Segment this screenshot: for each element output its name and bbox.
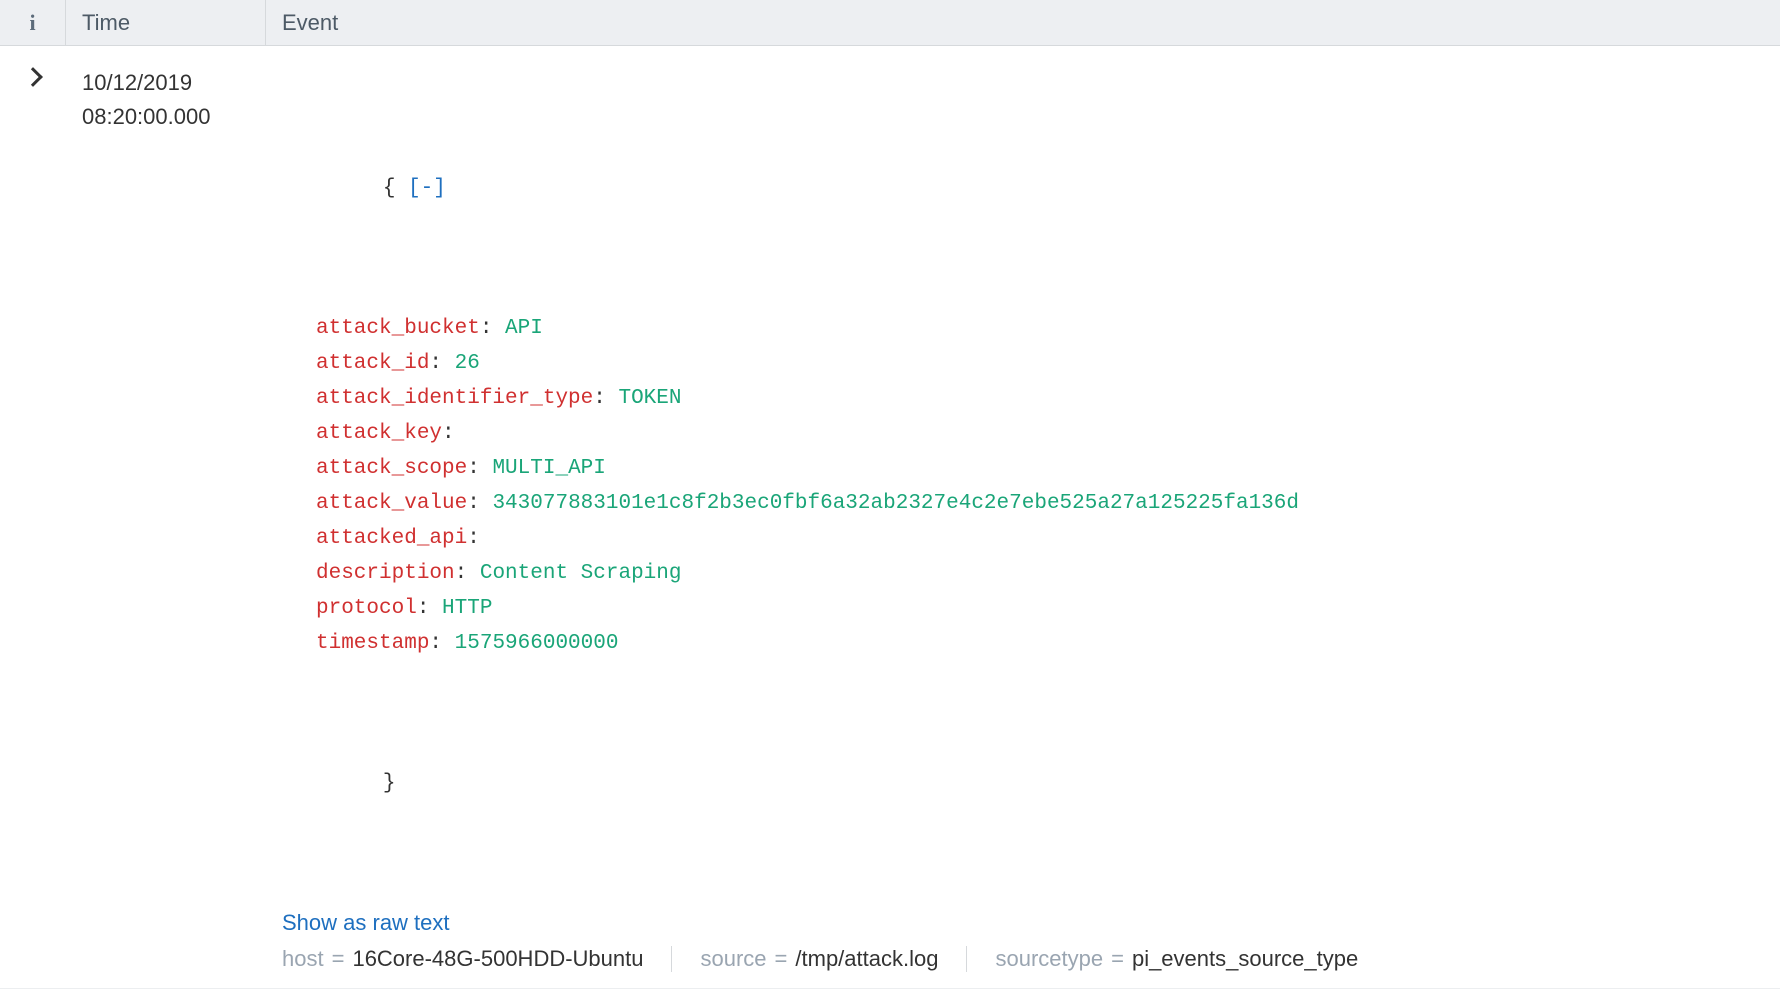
meta-source-label: source [700, 946, 766, 972]
json-field-line: timestamp: 1575966000000 [282, 626, 1780, 661]
json-value[interactable]: Content Scraping [480, 562, 682, 585]
meta-host-value: 16Core-48G-500HDD-Ubuntu [352, 946, 643, 972]
show-raw-text-link[interactable]: Show as raw text [282, 910, 450, 936]
json-field-line: attack_identifier_type: TOKEN [282, 381, 1780, 416]
info-icon: i [29, 10, 35, 36]
json-field-line: description: Content Scraping [282, 556, 1780, 591]
eq-sign: = [1111, 946, 1124, 972]
colon: : [480, 317, 505, 340]
json-viewer: { [-] attack_bucket: APIattack_id: 26att… [282, 66, 1780, 906]
meta-host-label: host [282, 946, 324, 972]
colon: : [455, 562, 480, 585]
json-key[interactable]: attack_id [316, 352, 429, 375]
json-key[interactable]: attack_bucket [316, 317, 480, 340]
cell-timestamp: 10/12/2019 08:20:00.000 [66, 66, 266, 972]
header-event-label: Event [282, 10, 338, 36]
json-key[interactable]: description [316, 562, 455, 585]
meta-host[interactable]: host = 16Core-48G-500HDD-Ubuntu [282, 946, 672, 972]
event-time: 08:20:00.000 [82, 100, 266, 134]
eq-sign: = [332, 946, 345, 972]
cell-event: { [-] attack_bucket: APIattack_id: 26att… [266, 66, 1780, 972]
colon: : [417, 597, 442, 620]
collapse-toggle[interactable]: [-] [408, 177, 446, 200]
json-field-line: attacked_api: [282, 521, 1780, 556]
meta-sourcetype-value: pi_events_source_type [1132, 946, 1358, 972]
col-header-time[interactable]: Time [66, 0, 266, 45]
json-value[interactable]: TOKEN [618, 387, 681, 410]
colon: : [442, 422, 467, 445]
json-key[interactable]: attacked_api [316, 527, 467, 550]
meta-sourcetype[interactable]: sourcetype = pi_events_source_type [995, 946, 1386, 972]
col-header-info[interactable]: i [0, 0, 66, 45]
colon: : [467, 492, 492, 515]
event-metadata: host = 16Core-48G-500HDD-Ubuntu source =… [282, 946, 1780, 972]
brace-open: { [383, 177, 396, 200]
json-field-line: protocol: HTTP [282, 591, 1780, 626]
json-value[interactable]: API [505, 317, 543, 340]
meta-source[interactable]: source = /tmp/attack.log [700, 946, 967, 972]
meta-sourcetype-label: sourcetype [995, 946, 1103, 972]
eq-sign: = [775, 946, 788, 972]
table-row: 10/12/2019 08:20:00.000 { [-] attack_buc… [0, 46, 1780, 989]
json-field-line: attack_key: [282, 416, 1780, 451]
expand-toggle[interactable] [0, 66, 66, 972]
json-value[interactable]: HTTP [442, 597, 492, 620]
json-key[interactable]: attack_key [316, 422, 442, 445]
chevron-right-icon [23, 67, 43, 87]
json-field-line: attack_bucket: API [282, 311, 1780, 346]
header-time-label: Time [82, 10, 130, 36]
json-field-line: attack_value: 343077883101e1c8f2b3ec0fbf… [282, 486, 1780, 521]
brace-close: } [383, 772, 396, 795]
colon: : [467, 457, 492, 480]
event-date: 10/12/2019 [82, 66, 266, 100]
json-key[interactable]: attack_value [316, 492, 467, 515]
colon: : [467, 527, 492, 550]
json-field-line: attack_id: 26 [282, 346, 1780, 381]
colon: : [429, 632, 454, 655]
json-value[interactable]: 1575966000000 [455, 632, 619, 655]
table-header: i Time Event [0, 0, 1780, 46]
col-header-event[interactable]: Event [266, 0, 1780, 45]
meta-source-value: /tmp/attack.log [795, 946, 938, 972]
json-field-line: attack_scope: MULTI_API [282, 451, 1780, 486]
json-key[interactable]: protocol [316, 597, 417, 620]
json-value[interactable]: 343077883101e1c8f2b3ec0fbf6a32ab2327e4c2… [492, 492, 1299, 515]
json-value[interactable]: MULTI_API [492, 457, 605, 480]
json-value[interactable]: 26 [455, 352, 480, 375]
json-key[interactable]: timestamp [316, 632, 429, 655]
colon: : [429, 352, 454, 375]
json-key[interactable]: attack_scope [316, 457, 467, 480]
json-key[interactable]: attack_identifier_type [316, 387, 593, 410]
colon: : [593, 387, 618, 410]
